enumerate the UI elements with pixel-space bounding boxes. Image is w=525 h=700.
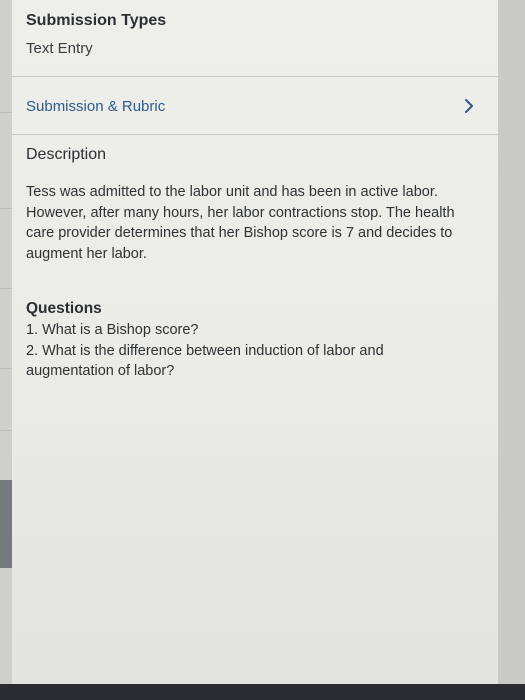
bottom-bezel: [0, 684, 525, 700]
submission-rubric-row[interactable]: Submission & Rubric: [12, 86, 498, 126]
question-item: 1. What is a Bishop score?: [26, 322, 199, 338]
chevron-right-icon[interactable]: [458, 95, 480, 117]
question-item: 2. What is the difference between induct…: [26, 342, 384, 380]
right-screen-bezel: [498, 0, 525, 700]
submission-rubric-label: Submission & Rubric: [26, 97, 166, 115]
questions-list: 1. What is a Bishop score? 2. What is th…: [26, 320, 466, 382]
description-body: Tess was admitted to the labor unit and …: [26, 184, 455, 262]
rail-divider: [0, 368, 12, 369]
submission-types-value: Text Entry: [26, 40, 93, 57]
left-sidebar-rail: [0, 0, 12, 700]
divider: [12, 76, 498, 77]
assignment-details-panel: Submission Types Text Entry Submission &…: [12, 0, 498, 700]
description-title: Description: [26, 146, 107, 163]
rail-divider: [0, 430, 12, 431]
questions-title: Questions: [26, 300, 102, 317]
divider: [12, 134, 498, 135]
rail-divider: [0, 112, 12, 113]
submission-types-label: Submission Types: [26, 12, 167, 29]
rail-divider: [0, 208, 12, 209]
rail-divider: [0, 288, 12, 289]
rail-scroll-handle[interactable]: [0, 480, 12, 568]
